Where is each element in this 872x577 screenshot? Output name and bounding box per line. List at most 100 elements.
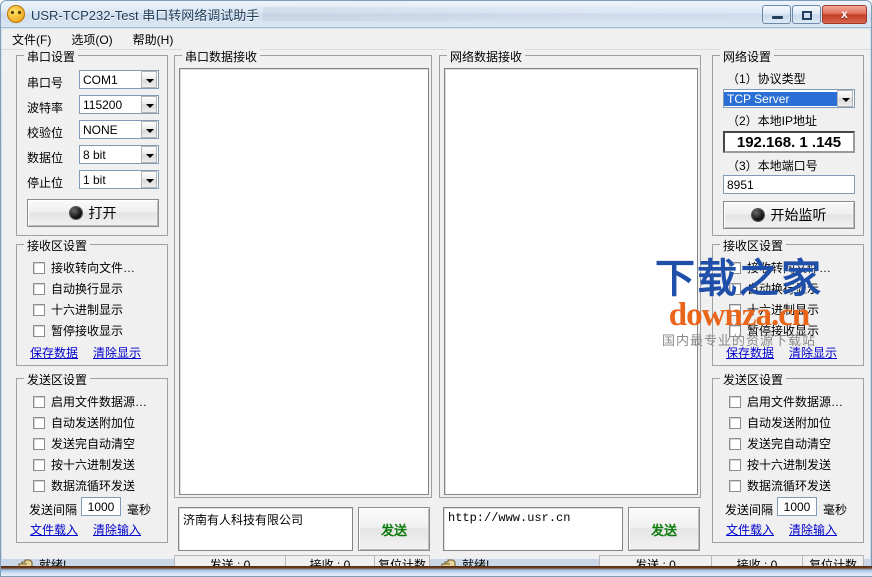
local-ip-input[interactable]: 192.168. 1 .145 — [723, 131, 855, 153]
chevron-down-icon[interactable] — [141, 96, 157, 113]
checkbox-icon[interactable] — [33, 395, 45, 408]
link-save-data[interactable]: 保存数据 — [726, 344, 774, 361]
checkbox-icon[interactable] — [729, 458, 741, 471]
app-window: USR-TCP232-Test 串口转网络调试助手 x 文件(F) 选项(O) … — [0, 0, 872, 577]
net-recv-textarea[interactable] — [444, 68, 698, 495]
baud-rate-value: 115200 — [83, 97, 123, 112]
checkbox-icon[interactable] — [729, 395, 741, 408]
chevron-down-icon[interactable] — [141, 171, 157, 188]
checkbox-enable-file-source[interactable]: 启用文件数据源… — [33, 393, 147, 410]
restore-button[interactable] — [792, 4, 821, 24]
menu-item-help[interactable]: 帮助(H) — [123, 29, 184, 50]
close-button[interactable]: x — [822, 4, 867, 24]
open-serial-button[interactable]: 打开 — [27, 199, 159, 227]
chevron-down-icon[interactable] — [837, 90, 853, 107]
serial-send-button[interactable]: 发送 — [358, 507, 430, 551]
checkbox-icon[interactable] — [729, 282, 741, 295]
checkbox-icon[interactable] — [729, 479, 741, 492]
menu-item-options[interactable]: 选项(O) — [61, 29, 122, 50]
checkbox-loop-send[interactable]: 数据流循环发送 — [33, 477, 135, 494]
label-send-interval: 发送间隔 — [725, 503, 774, 517]
checkbox-icon[interactable] — [33, 261, 45, 274]
minimize-icon — [772, 15, 783, 19]
checkbox-label: 十六进制显示 — [51, 303, 124, 317]
checkbox-auto-append[interactable]: 自动发送附加位 — [729, 414, 831, 431]
label-send-interval-unit: 毫秒 — [823, 503, 848, 517]
label-baud-rate: 波特率 — [27, 101, 64, 115]
checkbox-clear-after-send[interactable]: 发送完自动清空 — [33, 435, 135, 452]
baud-rate-combo[interactable]: 115200 — [79, 95, 159, 114]
checkbox-icon[interactable] — [33, 437, 45, 450]
checkbox-icon[interactable] — [33, 303, 45, 316]
checkbox-clear-after-send[interactable]: 发送完自动清空 — [729, 435, 831, 452]
link-clear-input[interactable]: 清除输入 — [93, 521, 141, 538]
checkbox-recv-to-file[interactable]: 接收转向文件… — [33, 259, 135, 276]
checkbox-label: 发送完自动清空 — [51, 437, 136, 451]
checkbox-hex-display[interactable]: 十六进制显示 — [729, 301, 819, 318]
checkbox-label: 发送完自动清空 — [747, 437, 832, 451]
checkbox-label: 自动换行显示 — [747, 282, 820, 296]
checkbox-icon[interactable] — [729, 303, 741, 316]
com-port-combo[interactable]: COM1 — [79, 70, 159, 89]
restore-icon — [802, 10, 812, 20]
checkbox-label: 接收转向文件… — [747, 261, 832, 275]
parity-value: NONE — [83, 122, 118, 137]
checkbox-pause-recv[interactable]: 暂停接收显示 — [729, 322, 819, 339]
serial-send-input[interactable]: 济南有人科技有限公司 — [178, 507, 353, 551]
checkbox-label: 自动发送附加位 — [51, 416, 136, 430]
checkbox-label: 启用文件数据源… — [747, 395, 844, 409]
checkbox-icon[interactable] — [33, 416, 45, 429]
data-bits-combo[interactable]: 8 bit — [79, 145, 159, 164]
net-send-button[interactable]: 发送 — [628, 507, 700, 551]
label-parity: 校验位 — [27, 126, 64, 140]
checkbox-auto-wrap[interactable]: 自动换行显示 — [33, 280, 123, 297]
checkbox-pause-recv[interactable]: 暂停接收显示 — [33, 322, 123, 339]
chevron-down-icon[interactable] — [141, 121, 157, 138]
right-recv-settings-group: 接收区设置 接收转向文件… 自动换行显示 十六进制显示 暂停接收显示 保存数据 … — [712, 237, 864, 366]
checkbox-label: 启用文件数据源… — [51, 395, 148, 409]
checkbox-icon[interactable] — [33, 479, 45, 492]
checkbox-icon[interactable] — [729, 324, 741, 337]
label-send-interval: 发送间隔 — [29, 503, 78, 517]
link-load-file[interactable]: 文件载入 — [30, 521, 78, 538]
checkbox-enable-file-source[interactable]: 启用文件数据源… — [729, 393, 843, 410]
checkbox-label: 自动发送附加位 — [747, 416, 832, 430]
net-send-input[interactable]: http://www.usr.cn — [443, 507, 623, 551]
data-bits-value: 8 bit — [83, 147, 106, 162]
checkbox-auto-wrap[interactable]: 自动换行显示 — [729, 280, 819, 297]
send-interval-input[interactable]: 1000 — [777, 497, 817, 516]
checkbox-icon[interactable] — [33, 282, 45, 295]
stop-bits-combo[interactable]: 1 bit — [79, 170, 159, 189]
checkbox-recv-to-file[interactable]: 接收转向文件… — [729, 259, 831, 276]
link-clear-display[interactable]: 清除显示 — [789, 344, 837, 361]
checkbox-hex-display[interactable]: 十六进制显示 — [33, 301, 123, 318]
link-clear-input[interactable]: 清除输入 — [789, 521, 837, 538]
checkbox-send-as-hex[interactable]: 按十六进制发送 — [729, 456, 831, 473]
checkbox-auto-append[interactable]: 自动发送附加位 — [33, 414, 135, 431]
checkbox-icon[interactable] — [729, 437, 741, 450]
checkbox-send-as-hex[interactable]: 按十六进制发送 — [33, 456, 135, 473]
link-save-data[interactable]: 保存数据 — [30, 344, 78, 361]
left-recv-settings-group: 接收区设置 接收转向文件… 自动换行显示 十六进制显示 暂停接收显示 保存数据 … — [16, 237, 168, 366]
checkbox-icon[interactable] — [729, 416, 741, 429]
app-face-icon — [7, 5, 25, 23]
protocol-type-combo[interactable]: TCP Server — [723, 89, 855, 108]
checkbox-icon[interactable] — [33, 458, 45, 471]
checkbox-icon[interactable] — [729, 261, 741, 274]
serial-recv-textarea[interactable] — [179, 68, 429, 495]
start-listen-button[interactable]: 开始监听 — [723, 201, 855, 229]
link-clear-display[interactable]: 清除显示 — [93, 344, 141, 361]
open-serial-label: 打开 — [88, 205, 117, 221]
send-interval-input[interactable]: 1000 — [81, 497, 121, 516]
checkbox-icon[interactable] — [33, 324, 45, 337]
link-load-file[interactable]: 文件载入 — [726, 521, 774, 538]
left-send-settings-legend: 发送区设置 — [24, 371, 91, 388]
menu-item-file[interactable]: 文件(F) — [2, 29, 61, 50]
chevron-down-icon[interactable] — [141, 71, 157, 88]
chevron-down-icon[interactable] — [141, 146, 157, 163]
net-send-button-label: 发送 — [650, 522, 677, 538]
checkbox-loop-send[interactable]: 数据流循环发送 — [729, 477, 831, 494]
parity-combo[interactable]: NONE — [79, 120, 159, 139]
local-port-input[interactable]: 8951 — [723, 175, 855, 194]
minimize-button[interactable] — [762, 4, 791, 24]
